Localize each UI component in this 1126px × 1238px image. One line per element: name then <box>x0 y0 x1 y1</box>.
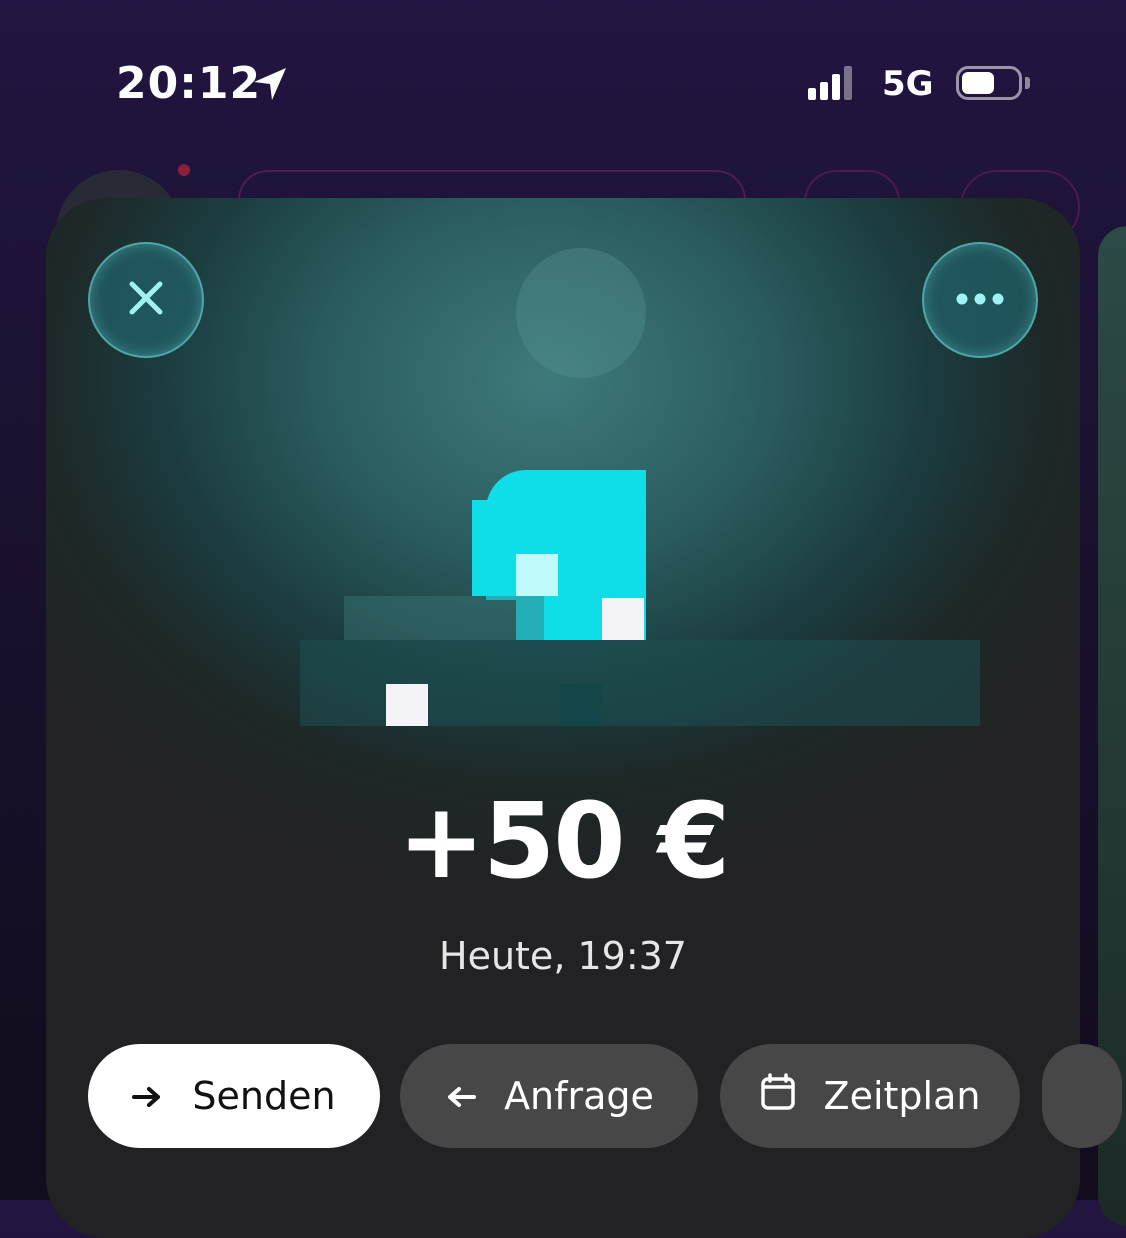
transaction-amount: +50 € <box>397 780 730 902</box>
more-horizontal-icon <box>955 291 1005 310</box>
signal-bars-icon <box>808 64 852 100</box>
request-button[interactable]: Anfrage <box>400 1044 698 1148</box>
close-icon <box>124 276 168 324</box>
location-arrow-icon <box>250 64 290 108</box>
status-time: 20:12 <box>116 58 262 109</box>
calendar-icon <box>760 1072 796 1120</box>
schedule-label: Zeitplan <box>823 1074 981 1118</box>
request-label: Anfrage <box>504 1074 654 1118</box>
battery-level <box>962 72 994 94</box>
more-options-button[interactable] <box>922 242 1038 358</box>
sender-name-obscured <box>300 596 980 726</box>
arrow-right-icon <box>132 1074 164 1118</box>
send-label: Senden <box>192 1074 336 1118</box>
status-bar: 20:12 5G <box>0 0 1126 170</box>
battery-icon <box>956 66 1022 100</box>
arrow-left-icon <box>444 1074 477 1118</box>
more-actions-button[interactable] <box>1042 1044 1122 1148</box>
schedule-button[interactable]: Zeitplan <box>720 1044 1020 1148</box>
transaction-date: Heute, 19:37 <box>439 934 687 978</box>
network-type: 5G <box>882 64 934 104</box>
send-button[interactable]: Senden <box>88 1044 380 1148</box>
close-button[interactable] <box>88 242 204 358</box>
battery-tip <box>1025 77 1030 89</box>
card-glow <box>516 248 646 378</box>
